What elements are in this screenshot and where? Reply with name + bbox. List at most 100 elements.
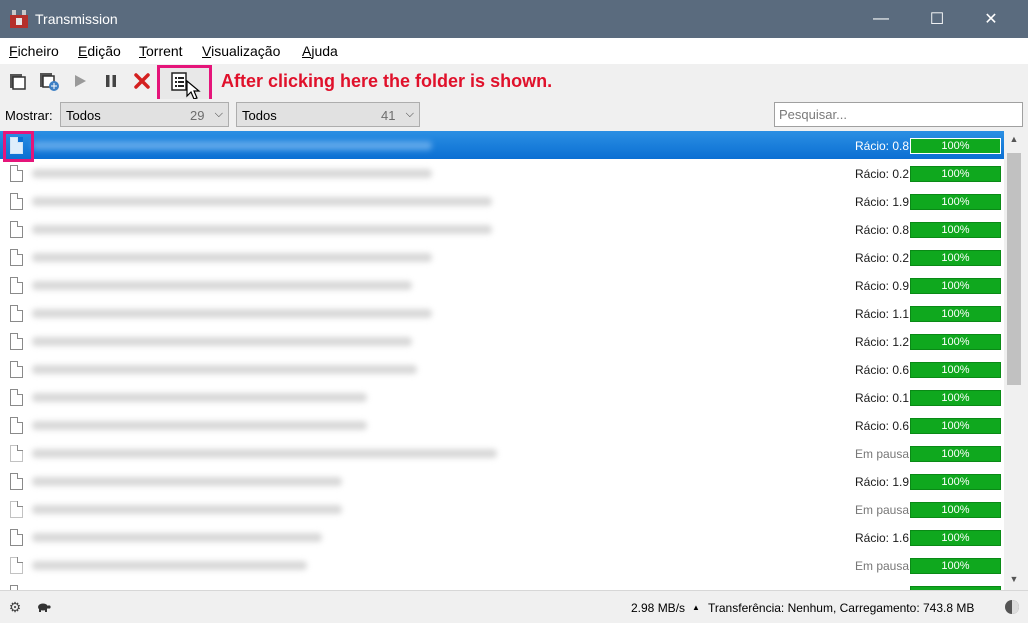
speed-arrow-icon: ▲ bbox=[692, 603, 700, 612]
torrent-row[interactable]: Rácio: 1.2 100% bbox=[0, 327, 1004, 355]
file-icon bbox=[10, 473, 23, 490]
torrent-row[interactable]: Rácio: 1.9 100% bbox=[0, 187, 1004, 215]
torrent-row[interactable]: Rácio: 0.6 100% bbox=[0, 411, 1004, 439]
torrent-list: Rácio: 0.8 100% Rácio: 0.2 100% Rácio: 1.9 10… bbox=[0, 131, 1004, 590]
torrent-status: Rácio: 1.9 bbox=[855, 475, 910, 489]
menu-visualizacao[interactable]: Visualização bbox=[202, 43, 280, 59]
menu-edicao[interactable]: Edição bbox=[78, 43, 121, 59]
torrent-row[interactable]: Rácio: 1.9 100% bbox=[0, 467, 1004, 495]
turtle-icon[interactable] bbox=[35, 599, 51, 615]
pause-button[interactable] bbox=[98, 68, 124, 94]
torrent-name-blurred bbox=[32, 393, 367, 402]
torrent-name-blurred bbox=[32, 281, 412, 290]
torrent-row[interactable]: Rácio: 0.9 100% bbox=[0, 271, 1004, 299]
chevron-down-icon: ⌵ bbox=[405, 108, 414, 120]
torrent-row[interactable] bbox=[0, 579, 1004, 590]
torrent-name-blurred bbox=[32, 421, 367, 430]
torrent-row[interactable]: Rácio: 0.6 100% bbox=[0, 355, 1004, 383]
gear-icon[interactable]: ⚙ bbox=[7, 599, 23, 615]
tracker-filter-count: 41 bbox=[381, 108, 396, 123]
torrent-row[interactable]: Em pausa 100% bbox=[0, 551, 1004, 579]
progress-bar: 100% bbox=[910, 334, 1001, 350]
torrent-name-blurred bbox=[32, 169, 432, 178]
maximize-icon: ☐ bbox=[929, 11, 945, 28]
open-url-icon bbox=[40, 73, 59, 91]
open-url-button[interactable] bbox=[36, 68, 62, 94]
progress-bar: 100% bbox=[910, 250, 1001, 266]
pause-icon bbox=[106, 75, 116, 87]
progress-bar: 100% bbox=[910, 502, 1001, 518]
file-icon bbox=[10, 249, 23, 266]
open-torrent-button[interactable] bbox=[5, 68, 31, 94]
menu-torrent[interactable]: Torrent bbox=[139, 43, 183, 59]
torrent-status: Rácio: 0.9 bbox=[855, 279, 910, 293]
progress-bar: 100% bbox=[910, 222, 1001, 238]
maximize-button[interactable]: ☐ bbox=[914, 0, 960, 38]
torrent-status: Rácio: 0.1 bbox=[855, 391, 910, 405]
progress-bar: 100% bbox=[910, 138, 1001, 154]
progress-label: 100% bbox=[941, 280, 970, 292]
file-icon bbox=[10, 445, 23, 462]
file-icon bbox=[10, 417, 23, 434]
torrent-name-blurred bbox=[32, 197, 492, 206]
progress-label: 100% bbox=[941, 420, 970, 432]
filter-label: Mostrar: bbox=[5, 108, 53, 123]
remove-icon bbox=[134, 73, 150, 89]
torrent-row[interactable]: Rácio: 1.6 100% bbox=[0, 523, 1004, 551]
filter-bar: Mostrar: Todos 29 ⌵ Todos 41 ⌵ bbox=[0, 99, 1028, 131]
scrollbar-thumb[interactable] bbox=[1007, 153, 1021, 385]
vertical-scrollbar[interactable]: ▲ ▼ bbox=[1004, 131, 1024, 590]
transmission-app-icon bbox=[10, 9, 28, 29]
torrent-status: Rácio: 0.2 bbox=[855, 167, 910, 181]
torrent-status: Rácio: 1.1 bbox=[855, 307, 910, 321]
title-bar: Transmission — ☐ ✕ bbox=[0, 0, 1028, 38]
torrent-row[interactable]: Rácio: 0.8 100% bbox=[0, 131, 1004, 159]
activity-filter-count: 29 bbox=[190, 108, 205, 123]
menu-ajuda[interactable]: Ajuda bbox=[302, 43, 338, 59]
remove-button[interactable] bbox=[129, 68, 155, 94]
progress-label: 100% bbox=[941, 504, 970, 516]
torrent-status: Em pausa bbox=[855, 503, 910, 517]
minimize-button[interactable]: — bbox=[858, 0, 904, 38]
progress-label: 100% bbox=[941, 532, 970, 544]
torrent-name-blurred bbox=[32, 449, 497, 458]
torrent-status: Rácio: 1.9 bbox=[855, 195, 910, 209]
progress-bar: 100% bbox=[910, 390, 1001, 406]
torrent-row[interactable]: Rácio: 0.2 100% bbox=[0, 159, 1004, 187]
file-icon bbox=[10, 277, 23, 294]
torrent-status: Em pausa bbox=[855, 447, 910, 461]
torrent-row[interactable]: Em pausa 100% bbox=[0, 439, 1004, 467]
torrent-status: Rácio: 0.2 bbox=[855, 251, 910, 265]
progress-bar: 100% bbox=[910, 278, 1001, 294]
start-button[interactable] bbox=[67, 68, 93, 94]
file-icon bbox=[10, 361, 23, 378]
progress-label: 100% bbox=[941, 448, 970, 460]
activity-filter-combo[interactable]: Todos 29 ⌵ bbox=[60, 102, 229, 127]
menu-bar: Ficheiro Edição Torrent Visualização Aju… bbox=[0, 38, 1028, 64]
file-icon bbox=[10, 221, 23, 238]
torrent-row[interactable]: Rácio: 0.1 100% bbox=[0, 383, 1004, 411]
file-icon bbox=[10, 389, 23, 406]
progress-label: 100% bbox=[941, 308, 970, 320]
scroll-up-icon[interactable]: ▲ bbox=[1004, 131, 1024, 148]
chevron-down-icon: ⌵ bbox=[214, 108, 223, 120]
file-icon bbox=[10, 529, 23, 546]
start-icon bbox=[75, 75, 86, 87]
torrent-status: Rácio: 0.6 bbox=[855, 419, 910, 433]
torrent-row[interactable]: Rácio: 0.2 100% bbox=[0, 243, 1004, 271]
progress-bar: 100% bbox=[910, 474, 1001, 490]
tracker-filter-combo[interactable]: Todos 41 ⌵ bbox=[236, 102, 420, 127]
ratio-icon[interactable] bbox=[1004, 599, 1020, 615]
file-icon bbox=[10, 333, 23, 350]
toolbar: After clicking here the folder is shown. bbox=[0, 64, 1028, 105]
menu-ficheiro[interactable]: Ficheiro bbox=[9, 43, 59, 59]
torrent-row[interactable]: Rácio: 0.8 100% bbox=[0, 215, 1004, 243]
close-button[interactable]: ✕ bbox=[968, 0, 1014, 38]
search-input[interactable] bbox=[774, 102, 1023, 127]
progress-bar: 100% bbox=[910, 530, 1001, 546]
progress-label: 100% bbox=[941, 196, 970, 208]
torrent-row[interactable]: Rácio: 1.1 100% bbox=[0, 299, 1004, 327]
torrent-row[interactable]: Em pausa 100% bbox=[0, 495, 1004, 523]
scroll-down-icon[interactable]: ▼ bbox=[1004, 571, 1024, 588]
speed-text: 2.98 MB/s bbox=[631, 601, 686, 615]
